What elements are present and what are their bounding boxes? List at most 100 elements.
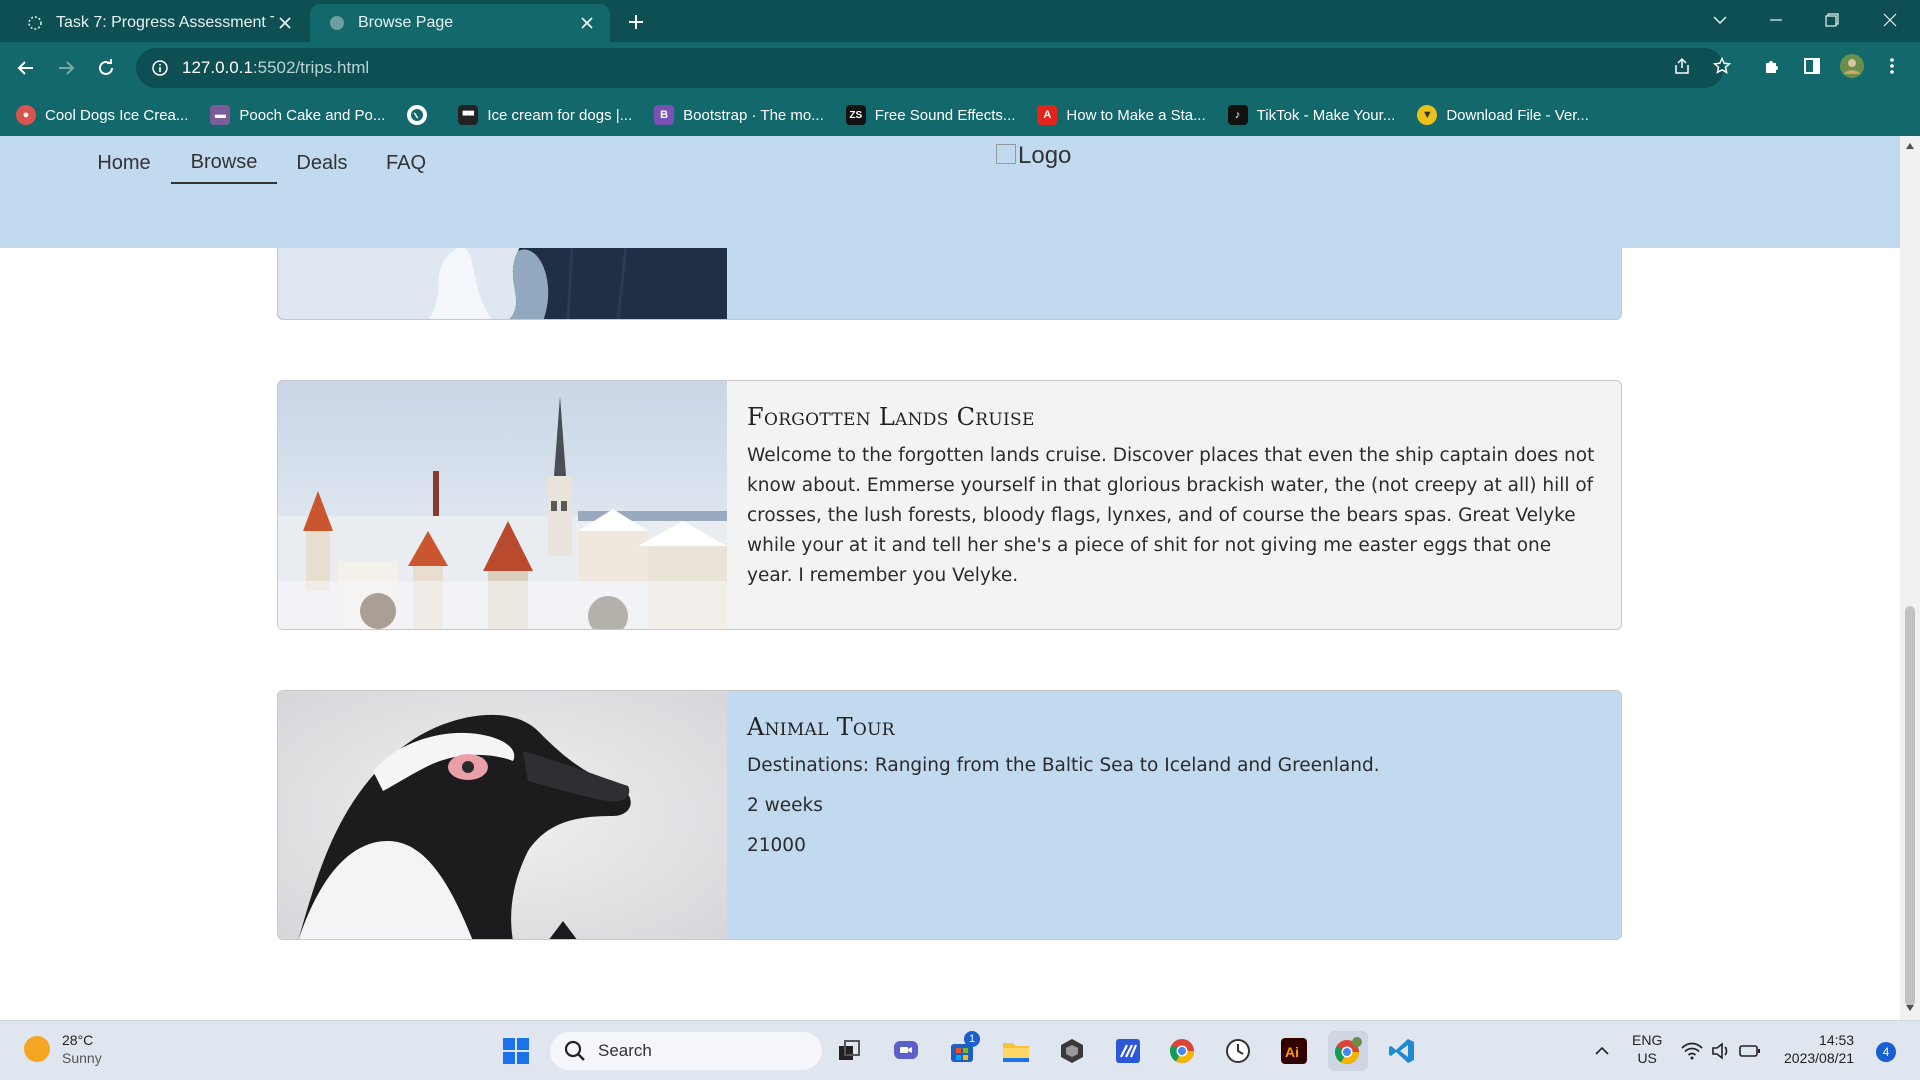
restore-icon[interactable] — [1804, 0, 1860, 40]
download-icon: ▼ — [1417, 105, 1438, 125]
scroll-down-icon[interactable] — [1904, 1002, 1916, 1014]
bookmark-label: TikTok - Make Your... — [1256, 106, 1396, 124]
sun-icon — [24, 1036, 50, 1062]
globe-icon — [407, 105, 428, 125]
bookmark-tiktok[interactable]: ♪ TikTok - Make Your... — [1227, 105, 1396, 125]
file-explorer-icon[interactable] — [996, 1031, 1036, 1071]
cake-icon: ▬ — [210, 105, 231, 125]
search-icon — [564, 1040, 585, 1061]
bookmark-globe[interactable] — [407, 105, 436, 125]
share-icon[interactable] — [1666, 50, 1698, 82]
trip-title: Animal Tour — [747, 713, 895, 741]
trip-description: Welcome to the forgotten lands cruise. D… — [747, 445, 1595, 586]
bookmark-bootstrap[interactable]: B Bootstrap · The mo... — [654, 105, 824, 125]
dog-icon: ● — [16, 105, 36, 125]
nav-browse[interactable]: Browse — [171, 142, 277, 184]
nav-home[interactable]: Home — [80, 142, 168, 184]
language-indicator[interactable]: ENG US — [1632, 1031, 1662, 1067]
back-button[interactable] — [10, 52, 42, 84]
clock-time: 14:53 — [1819, 1032, 1855, 1048]
tab-search-icon[interactable] — [1692, 0, 1748, 40]
lang-text: ENG — [1632, 1032, 1663, 1048]
globe-icon — [328, 14, 346, 32]
adobe-icon: A — [1037, 105, 1058, 125]
store-icon[interactable]: 1 — [942, 1031, 982, 1071]
tab-browse-page[interactable]: Browse Page — [310, 4, 610, 42]
site-icon: ▀▀ — [458, 105, 479, 125]
loading-icon — [26, 14, 44, 32]
chrome-profile-icon[interactable] — [1328, 1031, 1368, 1071]
trip-duration: 2 weeks — [747, 795, 823, 816]
bookmarks-bar: ● Cool Dogs Ice Crea... ▬ Pooch Cake and… — [0, 94, 1920, 136]
unity-icon[interactable] — [1052, 1031, 1092, 1071]
bookmark-label: Ice cream for dogs |... — [487, 106, 633, 124]
bootstrap-icon: B — [654, 105, 675, 125]
start-icon[interactable] — [496, 1031, 536, 1071]
menu-icon[interactable] — [1876, 50, 1908, 82]
weather-desc: Sunny — [62, 1050, 102, 1066]
battery-icon — [1739, 1045, 1760, 1057]
clock-date: 2023/08/21 — [1784, 1050, 1855, 1066]
reload-button[interactable] — [90, 52, 122, 84]
visual-studio-icon[interactable] — [1108, 1031, 1148, 1071]
bookmark-label: Cool Dogs Ice Crea... — [45, 106, 189, 124]
bookmark-free-sound[interactable]: ZS Free Sound Effects... — [845, 105, 1016, 125]
vscode-icon[interactable] — [1382, 1031, 1422, 1071]
extensions-icon[interactable] — [1756, 50, 1788, 82]
site-info-icon[interactable] — [150, 58, 170, 78]
bookmark-label: Bootstrap · The mo... — [683, 106, 824, 124]
trip-title: Forgotten Lands Cruise — [747, 403, 1035, 431]
bookmark-cool-dogs[interactable]: ● Cool Dogs Ice Crea... — [16, 105, 188, 125]
bookmark-how-to-make[interactable]: A How to Make a Sta... — [1037, 105, 1206, 125]
site-navbar: Home Browse Deals FAQ Logo — [0, 136, 1900, 248]
tab-task7[interactable]: Task 7: Progress Assessment Two — [8, 4, 308, 42]
trip-card-forgotten-lands: Forgotten Lands Cruise Welcome to the fo… — [277, 380, 1622, 630]
svg-text:Ai: Ai — [1285, 1044, 1299, 1060]
page-viewport: Home Browse Deals FAQ Logo Forgotten Lan… — [0, 136, 1900, 1020]
close-tab-icon[interactable] — [274, 12, 296, 34]
illustrator-icon[interactable]: Ai — [1274, 1031, 1314, 1071]
bookmark-label: Free Sound Effects... — [874, 106, 1016, 124]
bookmark-star-icon[interactable] — [1706, 50, 1738, 82]
site-logo[interactable]: Logo — [996, 142, 1071, 170]
trip-price: 21000 — [747, 835, 806, 856]
profile-avatar[interactable] — [1836, 50, 1868, 82]
taskbar-search[interactable]: Search — [550, 1032, 822, 1070]
notification-badge[interactable]: 4 — [1876, 1042, 1896, 1062]
minimize-icon[interactable] — [1748, 0, 1804, 40]
system-tray-status[interactable] — [1676, 1031, 1766, 1071]
volume-icon — [1712, 1042, 1728, 1060]
new-tab-button[interactable] — [622, 8, 650, 36]
store-badge: 1 — [964, 1031, 980, 1047]
scrollbar-thumb[interactable] — [1905, 606, 1915, 1006]
zapsplat-icon: ZS — [845, 105, 866, 125]
weather-temp: 28°C — [62, 1032, 94, 1048]
bookmark-ice-cream-dogs[interactable]: ▀▀ Ice cream for dogs |... — [458, 105, 632, 125]
teams-chat-icon[interactable] — [886, 1031, 926, 1071]
chevron-up-icon[interactable] — [1582, 1031, 1622, 1071]
weather-widget[interactable]: 28°C Sunny — [24, 1031, 102, 1067]
nav-faq[interactable]: FAQ — [370, 142, 442, 184]
bookmark-label: Pooch Cake and Po... — [239, 106, 386, 124]
side-panel-icon[interactable] — [1796, 50, 1828, 82]
logo-alt-text: Logo — [1018, 142, 1072, 169]
close-tab-icon[interactable] — [576, 12, 598, 34]
taskbar: 28°C Sunny Search 1 Ai ENG US 14:53 2023… — [0, 1020, 1920, 1080]
trip-image-penguin — [278, 691, 727, 939]
nav-deals[interactable]: Deals — [280, 142, 364, 184]
scroll-up-icon[interactable] — [1904, 140, 1916, 152]
broken-image-icon — [996, 144, 1016, 164]
url-bar[interactable]: 127.0.0.1:5502/trips.html — [136, 48, 1724, 88]
chrome-icon[interactable] — [1162, 1031, 1202, 1071]
clock-app-icon[interactable] — [1218, 1031, 1258, 1071]
tiktok-icon: ♪ — [1227, 105, 1248, 125]
page-scrollbar[interactable] — [1900, 136, 1920, 1020]
bookmark-download-file[interactable]: ▼ Download File - Ver... — [1417, 105, 1589, 125]
bookmark-pooch-cake[interactable]: ▬ Pooch Cake and Po... — [210, 105, 385, 125]
task-view-icon[interactable] — [830, 1031, 870, 1071]
close-window-icon[interactable] — [1862, 0, 1918, 40]
search-placeholder: Search — [598, 1041, 652, 1060]
trip-destinations: Destinations: Ranging from the Baltic Se… — [747, 755, 1380, 776]
clock[interactable]: 14:53 2023/08/21 — [1784, 1031, 1854, 1067]
forward-button[interactable] — [50, 52, 82, 84]
